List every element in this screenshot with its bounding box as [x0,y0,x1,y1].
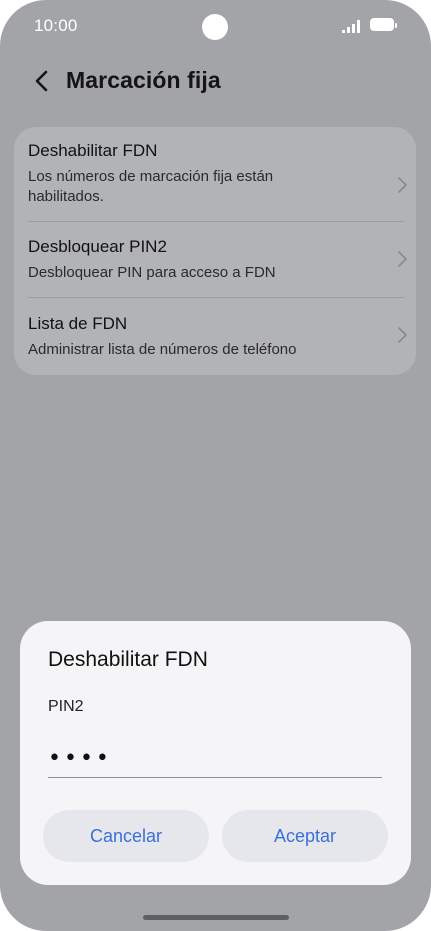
list-item-subtitle: Administrar lista de números de teléfono [28,341,297,358]
status-bar: 10:00 [0,0,431,52]
list-item-subtitle: Los números de marcación fija están habi… [28,168,274,205]
cancel-button[interactable]: Cancelar [43,810,209,862]
dialog-title: Deshabilitar FDN [48,648,208,671]
signal-icon [342,20,360,33]
battery-icon [370,18,397,31]
camera-cutout [202,14,228,40]
disable-fdn-dialog: Deshabilitar FDN PIN2 Cancelar Aceptar [20,621,411,885]
chevron-right-icon [398,327,407,343]
settings-card: Deshabilitar FDN Los números de marcació… [14,127,416,375]
app-header: Marcación fija [0,56,431,106]
status-time: 10:00 [34,16,78,35]
list-item-fdn-list[interactable]: Lista de FDN Administrar lista de número… [28,313,407,360]
list-item-title: Desbloquear PIN2 [28,237,167,256]
home-indicator[interactable] [143,915,289,920]
list-item-disable-fdn[interactable]: Deshabilitar FDN Los números de marcació… [28,140,407,207]
divider [28,297,404,298]
list-item-title: Deshabilitar FDN [28,141,158,160]
list-item-subtitle: Desbloquear PIN para acceso a FDN [28,264,276,281]
pin2-input[interactable] [48,739,382,778]
chevron-right-icon [398,251,407,267]
divider [28,221,404,222]
page-title: Marcación fija [66,67,221,93]
pin2-label: PIN2 [48,698,84,715]
phone-screen: 10:00 Marcación fija Deshabilitar FDN Lo… [0,0,431,931]
chevron-right-icon [398,177,407,193]
back-arrow-icon[interactable] [32,69,52,93]
accept-button[interactable]: Aceptar [222,810,388,862]
list-item-title: Lista de FDN [28,314,128,333]
list-item-unlock-pin2[interactable]: Desbloquear PIN2 Desbloquear PIN para ac… [28,236,407,283]
